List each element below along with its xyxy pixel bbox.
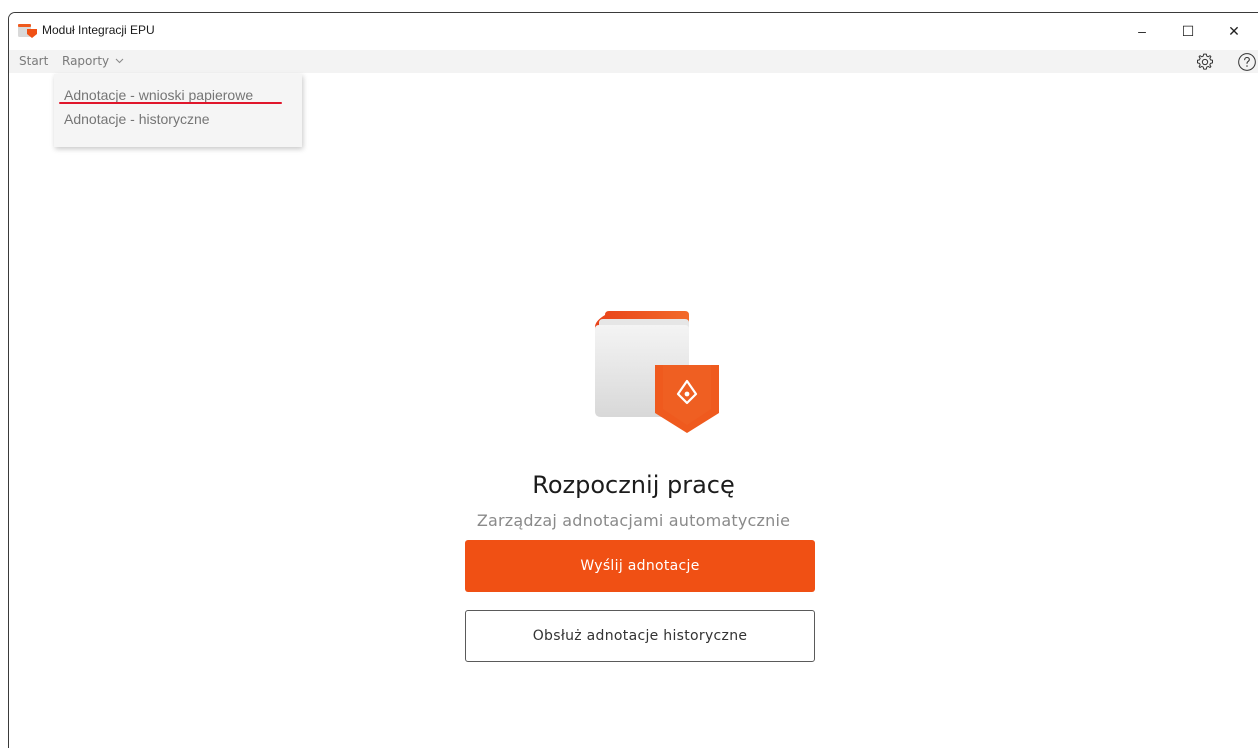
- gear-icon: [1197, 53, 1213, 70]
- historical-annotations-label: Obsłuż adnotacje historyczne: [532, 628, 748, 644]
- page-subheading: Zarządzaj adnotacjami automatycznie: [476, 511, 791, 530]
- title-bar: Moduł Integracji EPU – ☐ ✕: [9, 13, 1258, 49]
- menu-raporty[interactable]: Raporty: [62, 54, 124, 68]
- minimize-icon: –: [1138, 23, 1146, 39]
- help-icon: [1238, 53, 1256, 71]
- send-annotations-label: Wyślij adnotacje: [580, 558, 700, 574]
- raporty-dropdown: Adnotacje - wnioski papierowe Adnotacje …: [54, 74, 302, 147]
- page-heading: Rozpocznij pracę: [532, 471, 735, 499]
- maximize-icon: ☐: [1181, 22, 1195, 39]
- epu-module-illustration: [595, 311, 719, 433]
- send-annotations-button[interactable]: Wyślij adnotacje: [465, 540, 815, 592]
- app-logo-icon: [18, 24, 37, 38]
- window-title: Moduł Integracji EPU: [42, 23, 155, 37]
- menu-start[interactable]: Start: [19, 54, 48, 68]
- highlight-underline: [59, 102, 282, 104]
- dropdown-item-wnioski-papierowe[interactable]: Adnotacje - wnioski papierowe: [64, 87, 253, 103]
- historical-annotations-button[interactable]: Obsłuż adnotacje historyczne: [465, 610, 815, 662]
- app-window: Moduł Integracji EPU – ☐ ✕ Start Raporty: [8, 12, 1258, 748]
- close-icon: ✕: [1228, 22, 1240, 39]
- menu-raporty-label: Raporty: [62, 54, 110, 68]
- close-button[interactable]: ✕: [1211, 13, 1257, 49]
- settings-button[interactable]: [1193, 50, 1217, 74]
- chevron-down-icon: [115, 58, 124, 64]
- help-button[interactable]: [1235, 50, 1258, 74]
- dropdown-item-historyczne[interactable]: Adnotacje - historyczne: [64, 111, 210, 127]
- menu-bar: Start Raporty: [9, 50, 1258, 73]
- maximize-button[interactable]: ☐: [1165, 13, 1211, 49]
- minimize-button[interactable]: –: [1119, 13, 1165, 49]
